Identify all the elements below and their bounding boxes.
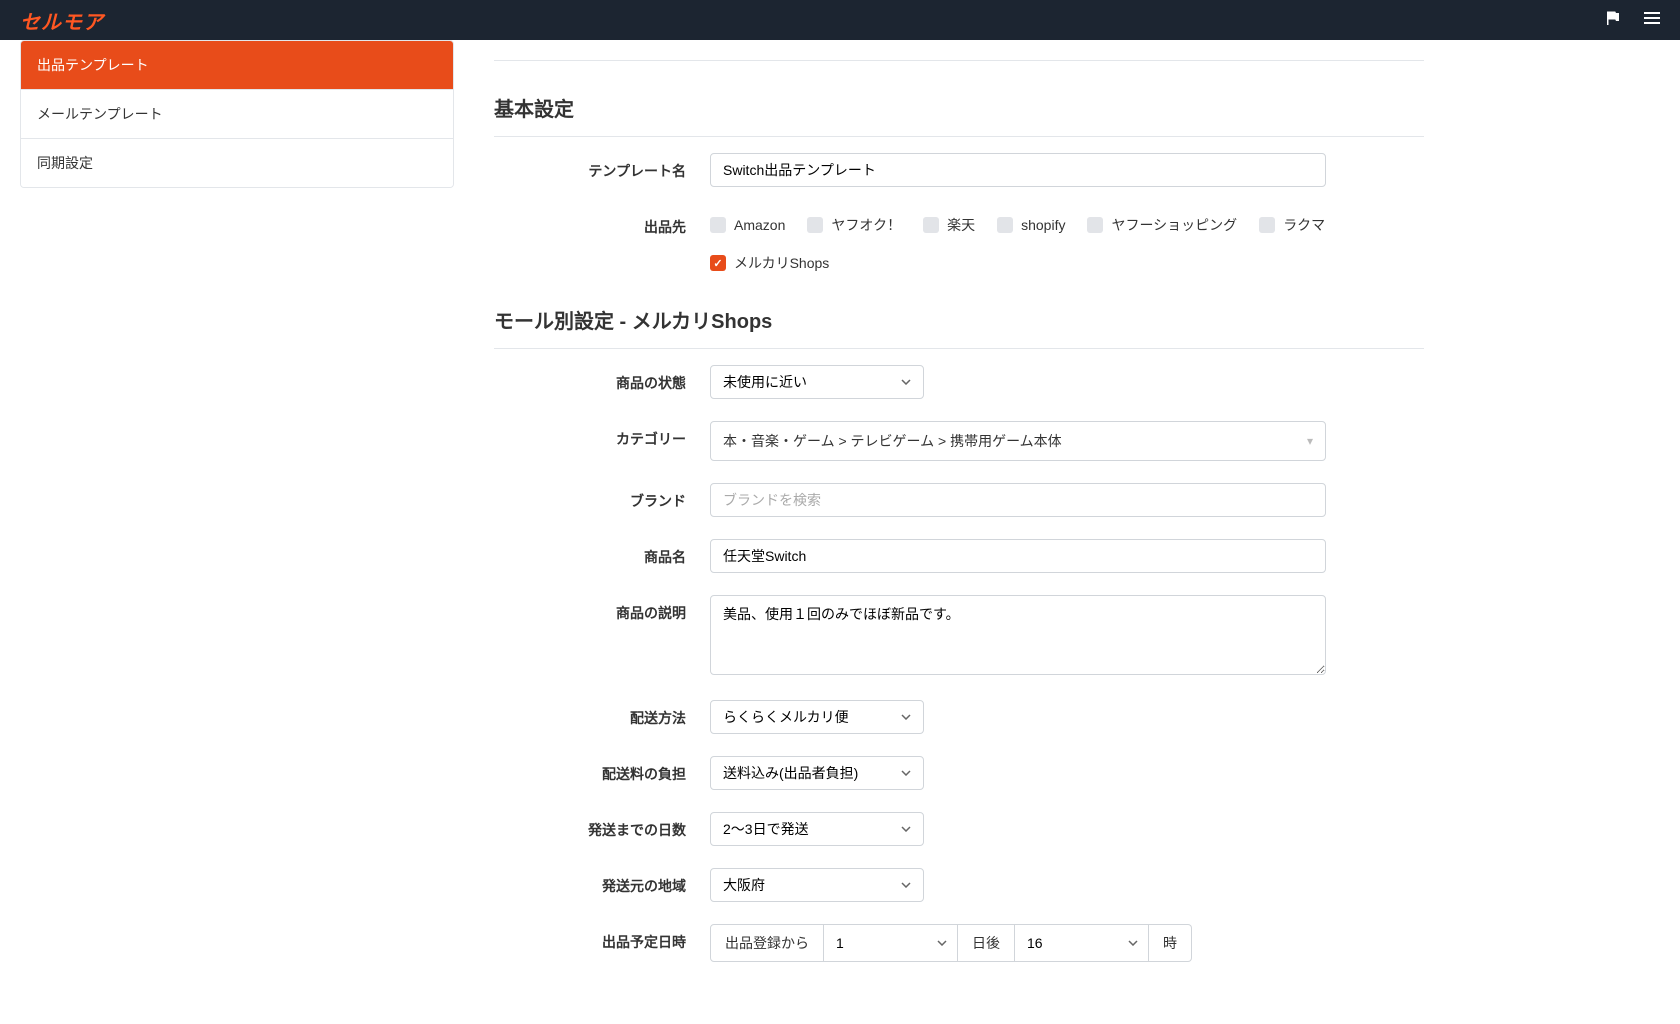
- template-name-input[interactable]: [710, 153, 1326, 187]
- shipfrom-label: 発送元の地域: [494, 868, 710, 896]
- sidebar-item-listing-template[interactable]: 出品テンプレート: [21, 41, 453, 90]
- cb-rakuten-label: 楽天: [947, 215, 975, 235]
- cb-yahooauc-label: ヤフオク！: [831, 215, 901, 235]
- category-select[interactable]: 本・音楽・ゲーム > テレビゲーム > 携帯用ゲーム本体 ▾: [710, 421, 1326, 461]
- schedule-hour-select[interactable]: 16: [1015, 924, 1149, 962]
- chevron-down-icon: ▾: [1307, 434, 1313, 448]
- shipmethod-label: 配送方法: [494, 700, 710, 728]
- sidebar: 出品テンプレート メールテンプレート 同期設定: [0, 40, 454, 1024]
- category-value: 本・音楽・ゲーム > テレビゲーム > 携帯用ゲーム本体: [723, 431, 1062, 451]
- logo: セルモア: [20, 6, 104, 35]
- sidebar-item-mail-template[interactable]: メールテンプレート: [21, 90, 453, 139]
- cb-rakuma-label: ラクマ: [1283, 215, 1325, 235]
- section-basic-title: 基本設定: [494, 93, 1424, 137]
- description-label: 商品の説明: [494, 595, 710, 623]
- cb-rakuma[interactable]: ラクマ: [1259, 215, 1325, 235]
- product-name-input[interactable]: [710, 539, 1326, 573]
- destination-label: 出品先: [494, 209, 710, 237]
- schedule-label: 出品予定日時: [494, 924, 710, 952]
- sidebar-item-sync-settings[interactable]: 同期設定: [21, 139, 453, 187]
- template-name-label: テンプレート名: [494, 153, 710, 181]
- cb-amazon-label: Amazon: [734, 217, 785, 233]
- cb-mercarishops-label: メルカリShops: [734, 253, 829, 273]
- cb-amazon[interactable]: Amazon: [710, 215, 785, 235]
- brand-input[interactable]: [710, 483, 1326, 517]
- category-label: カテゴリー: [494, 421, 710, 449]
- cb-shopify-label: shopify: [1021, 217, 1065, 233]
- app-header: セルモア: [0, 0, 1680, 40]
- schedule-hour-suffix: 時: [1149, 924, 1192, 962]
- description-textarea[interactable]: 美品、使用１回のみでほぼ新品です。: [710, 595, 1326, 675]
- product-name-label: 商品名: [494, 539, 710, 567]
- brand-label: ブランド: [494, 483, 710, 511]
- header-right: [1604, 10, 1660, 31]
- schedule-days-suffix: 日後: [958, 924, 1015, 962]
- flag-icon[interactable]: [1604, 10, 1620, 31]
- schedule-prefix: 出品登録から: [710, 924, 824, 962]
- shipmethod-select[interactable]: らくらくメルカリ便: [710, 700, 924, 734]
- shipfee-select[interactable]: 送料込み(出品者負担): [710, 756, 924, 790]
- cb-shopify[interactable]: shopify: [997, 215, 1065, 235]
- cb-yahooauc[interactable]: ヤフオク！: [807, 215, 901, 235]
- schedule-days-select[interactable]: 1: [824, 924, 958, 962]
- menu-icon[interactable]: [1644, 10, 1660, 31]
- shipdays-select[interactable]: 2〜3日で発送: [710, 812, 924, 846]
- shipdays-label: 発送までの日数: [494, 812, 710, 840]
- cb-mercarishops[interactable]: メルカリShops: [710, 253, 829, 273]
- condition-select[interactable]: 未使用に近い: [710, 365, 924, 399]
- condition-label: 商品の状態: [494, 365, 710, 393]
- cb-yahooshopping-label: ヤフーショッピング: [1111, 215, 1237, 235]
- shipfee-label: 配送料の負担: [494, 756, 710, 784]
- section-mall-title: モール別設定 - メルカリShops: [494, 305, 1424, 349]
- main-content: 基本設定 テンプレート名 出品先 Amazon ヤフオク！ 楽天 shopify…: [454, 40, 1464, 1024]
- shipfrom-select[interactable]: 大阪府: [710, 868, 924, 902]
- cb-yahooshopping[interactable]: ヤフーショッピング: [1087, 215, 1237, 235]
- cb-rakuten[interactable]: 楽天: [923, 215, 975, 235]
